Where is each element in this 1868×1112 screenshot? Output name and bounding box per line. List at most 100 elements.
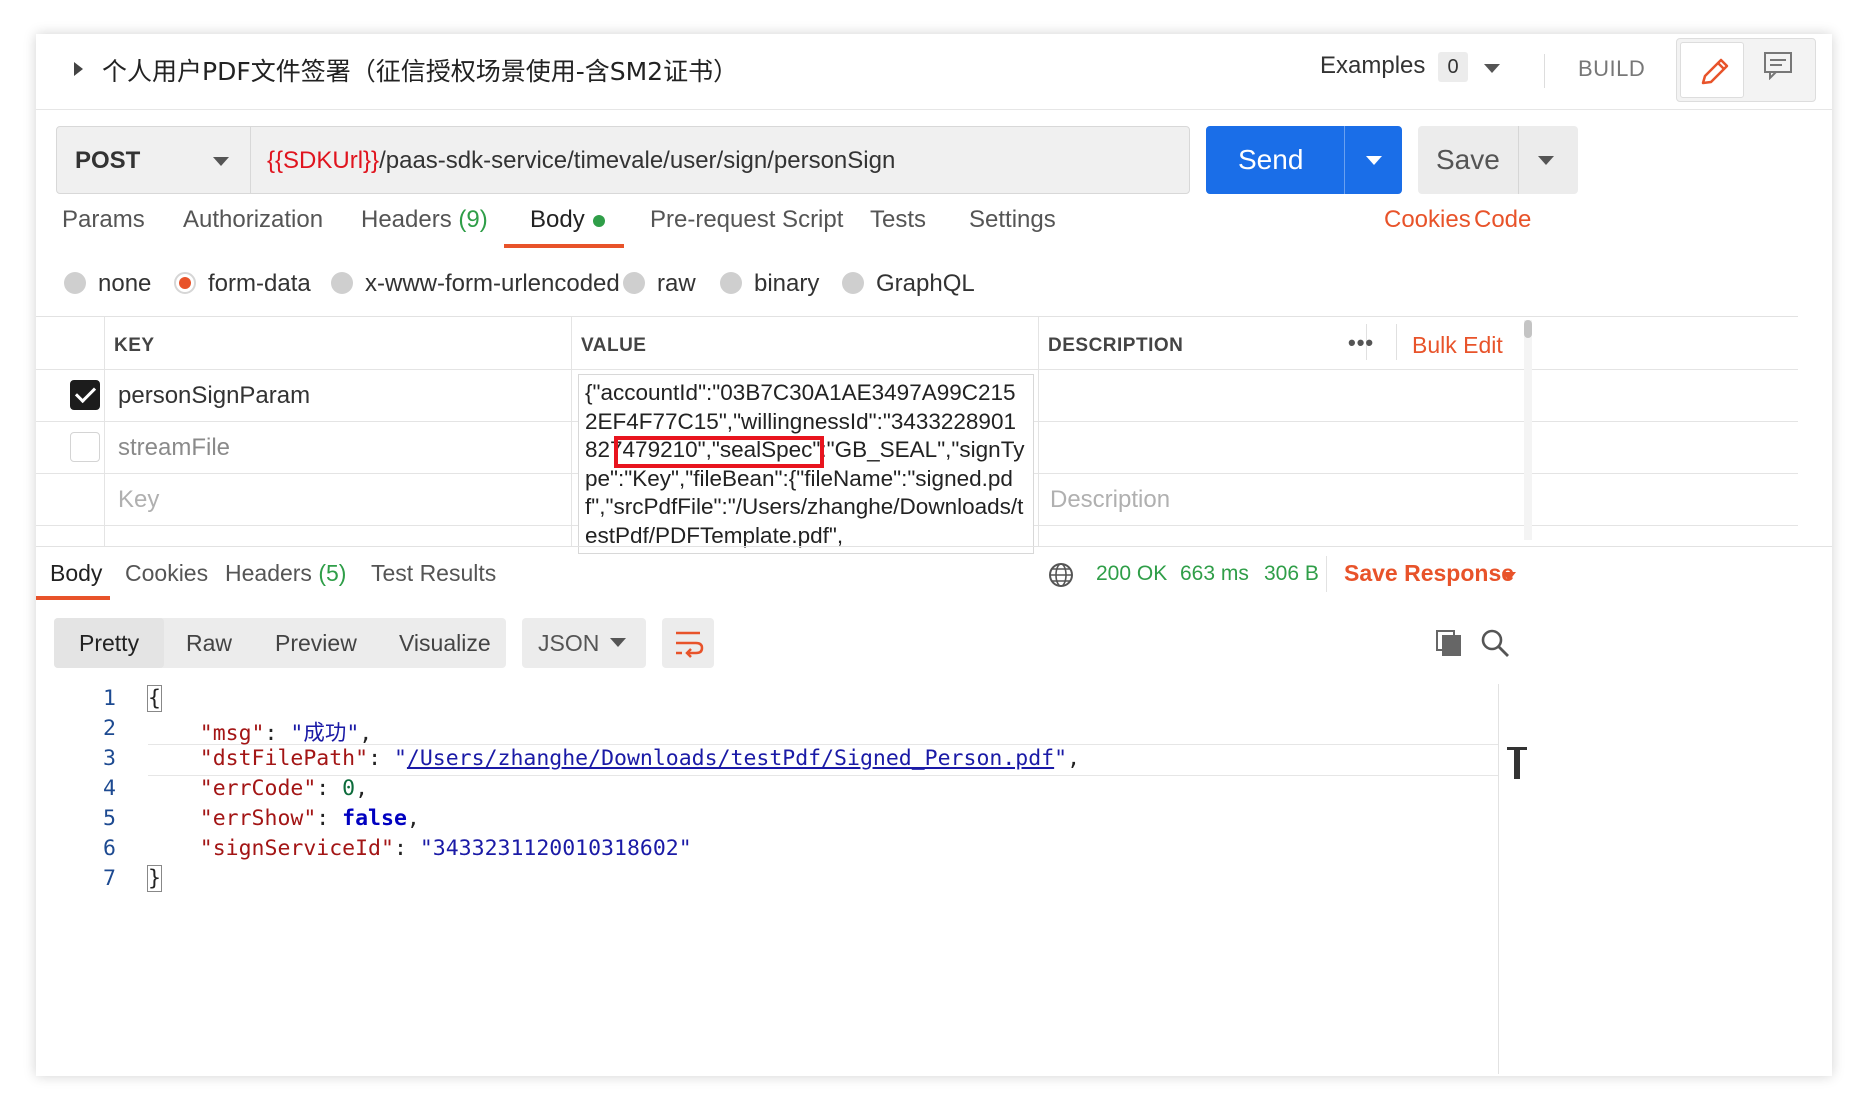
- description-placeholder[interactable]: Description: [1050, 486, 1170, 514]
- radio-none[interactable]: none: [64, 270, 151, 298]
- column-header-description: DESCRIPTION: [1048, 335, 1184, 356]
- examples-dropdown-icon[interactable]: [1484, 64, 1500, 73]
- code-link[interactable]: Code: [1474, 206, 1531, 234]
- json-key: "errShow": [199, 806, 317, 831]
- tab-body[interactable]: Body: [530, 206, 605, 234]
- tab-authorization[interactable]: Authorization: [183, 206, 323, 234]
- resp-tab-cookies[interactable]: Cookies: [125, 560, 208, 587]
- json-link[interactable]: /Users/zhanghe/Downloads/testPdf/Signed_…: [407, 746, 1054, 771]
- method-select[interactable]: POST: [56, 126, 252, 194]
- format-pretty[interactable]: Pretty: [79, 630, 139, 657]
- radio-binary-label: binary: [754, 270, 820, 297]
- row-divider: [36, 369, 1798, 370]
- json-key: "signServiceId": [199, 836, 394, 861]
- resp-tab-body[interactable]: Body: [50, 560, 102, 587]
- cookies-link[interactable]: Cookies: [1384, 206, 1471, 234]
- tab-headers-label: Headers: [361, 206, 452, 233]
- key-placeholder[interactable]: Key: [118, 486, 159, 514]
- more-options-icon[interactable]: •••: [1348, 330, 1374, 356]
- format-raw[interactable]: Raw: [186, 630, 232, 657]
- param-key[interactable]: personSignParam: [118, 382, 310, 410]
- resp-tab-headers-label: Headers: [225, 560, 312, 586]
- examples-label[interactable]: Examples: [1320, 52, 1425, 80]
- param-key[interactable]: streamFile: [118, 434, 230, 462]
- status-code[interactable]: 200 OK: [1096, 562, 1167, 586]
- request-header: 个人用户PDF文件签署（征信授权场景使用-含SM2证书） Examples 0 …: [36, 34, 1832, 110]
- resp-tab-test-results[interactable]: Test Results: [371, 560, 496, 587]
- url-path: /paas-sdk-service/timevale/user/sign/per…: [379, 147, 896, 174]
- code-line: "dstFilePath": "/Users/zhanghe/Downloads…: [199, 746, 1081, 771]
- resp-active-tab-indicator: [36, 596, 110, 600]
- tab-headers[interactable]: Headers (9): [361, 206, 488, 234]
- language-dropdown-icon: [610, 638, 626, 647]
- radio-binary[interactable]: binary: [720, 270, 820, 298]
- language-label: JSON: [538, 630, 600, 656]
- request-title[interactable]: 个人用户PDF文件签署（征信授权场景使用-含SM2证书）: [102, 52, 738, 88]
- line-number: 1: [103, 686, 116, 711]
- response-code-viewer[interactable]: 1 2 3 4 5 6 7 { "msg": "成功", "dstFilePat…: [36, 680, 1498, 1076]
- sealspec-highlight-box: [614, 436, 824, 468]
- save-response-button[interactable]: Save Response: [1344, 560, 1514, 587]
- code-scroll-divider: [1498, 684, 1499, 1074]
- format-visualize[interactable]: Visualize: [399, 630, 491, 657]
- edit-button[interactable]: [1680, 42, 1744, 98]
- status-divider: [1326, 556, 1327, 592]
- build-mode-label[interactable]: BUILD: [1578, 56, 1645, 82]
- code-line: {: [147, 685, 162, 712]
- tab-prerequest-script[interactable]: Pre-request Script: [650, 206, 843, 234]
- radio-urlencoded[interactable]: x-www-form-urlencoded: [331, 270, 620, 298]
- json-number: 0: [342, 776, 356, 801]
- save-button[interactable]: Save: [1418, 126, 1578, 194]
- radio-form-data-dot: [174, 272, 196, 294]
- column-header-value: VALUE: [581, 335, 647, 356]
- collapse-caret-icon[interactable]: [74, 62, 83, 76]
- radio-graphql[interactable]: GraphQL: [842, 270, 975, 298]
- json-string: "成功": [290, 721, 360, 746]
- radio-form-data[interactable]: form-data: [174, 270, 311, 298]
- radio-raw-label: raw: [657, 270, 696, 297]
- wrap-lines-button[interactable]: [662, 618, 714, 668]
- code-line: }: [147, 865, 162, 892]
- bulk-edit-link[interactable]: Bulk Edit: [1412, 332, 1503, 359]
- save-response-dropdown-icon[interactable]: [1502, 572, 1516, 581]
- tab-settings[interactable]: Settings: [969, 206, 1056, 234]
- scrollbar-thumb[interactable]: [1524, 320, 1532, 338]
- tab-tests[interactable]: Tests: [870, 206, 926, 234]
- line-number: 5: [103, 806, 116, 831]
- method-dropdown-icon: [213, 157, 229, 166]
- header-divider: [1396, 324, 1397, 360]
- table-scrollbar[interactable]: [1524, 320, 1532, 540]
- json-key: "msg": [199, 721, 265, 746]
- save-label: Save: [1436, 144, 1500, 175]
- language-select[interactable]: JSON: [522, 618, 646, 668]
- tab-headers-count: (9): [458, 206, 488, 233]
- send-button[interactable]: Send: [1206, 126, 1402, 194]
- line-number: 3: [103, 746, 116, 771]
- col-divider: [104, 317, 105, 547]
- search-icon[interactable]: [1480, 628, 1510, 658]
- wrap-lines-icon: [676, 631, 704, 658]
- response-size[interactable]: 306 B: [1264, 562, 1319, 586]
- row-checkbox-streamFile[interactable]: [70, 432, 100, 462]
- response-time[interactable]: 663 ms: [1180, 562, 1249, 586]
- resp-tab-headers-count: (5): [318, 560, 347, 586]
- radio-graphql-dot: [842, 272, 864, 294]
- send-label: Send: [1238, 144, 1304, 175]
- active-tab-indicator: [504, 244, 624, 248]
- radio-graphql-label: GraphQL: [876, 270, 975, 297]
- save-dropdown-icon[interactable]: [1538, 156, 1554, 165]
- comment-icon[interactable]: [1762, 50, 1796, 80]
- tab-params[interactable]: Params: [62, 206, 145, 234]
- format-preview[interactable]: Preview: [275, 630, 357, 657]
- radio-binary-dot: [720, 272, 742, 294]
- resp-tab-headers[interactable]: Headers (5): [225, 560, 346, 587]
- radio-raw[interactable]: raw: [623, 270, 696, 298]
- copy-icon[interactable]: [1434, 628, 1464, 658]
- json-close-brace: }: [147, 865, 162, 892]
- body-indicator-dot: [592, 214, 605, 227]
- col-divider: [1038, 317, 1039, 547]
- globe-icon[interactable]: [1048, 562, 1074, 588]
- send-dropdown-icon[interactable]: [1366, 156, 1382, 165]
- url-input[interactable]: {{SDKUrl}}/paas-sdk-service/timevale/use…: [250, 126, 1190, 194]
- row-checkbox-personSignParam[interactable]: [70, 380, 100, 410]
